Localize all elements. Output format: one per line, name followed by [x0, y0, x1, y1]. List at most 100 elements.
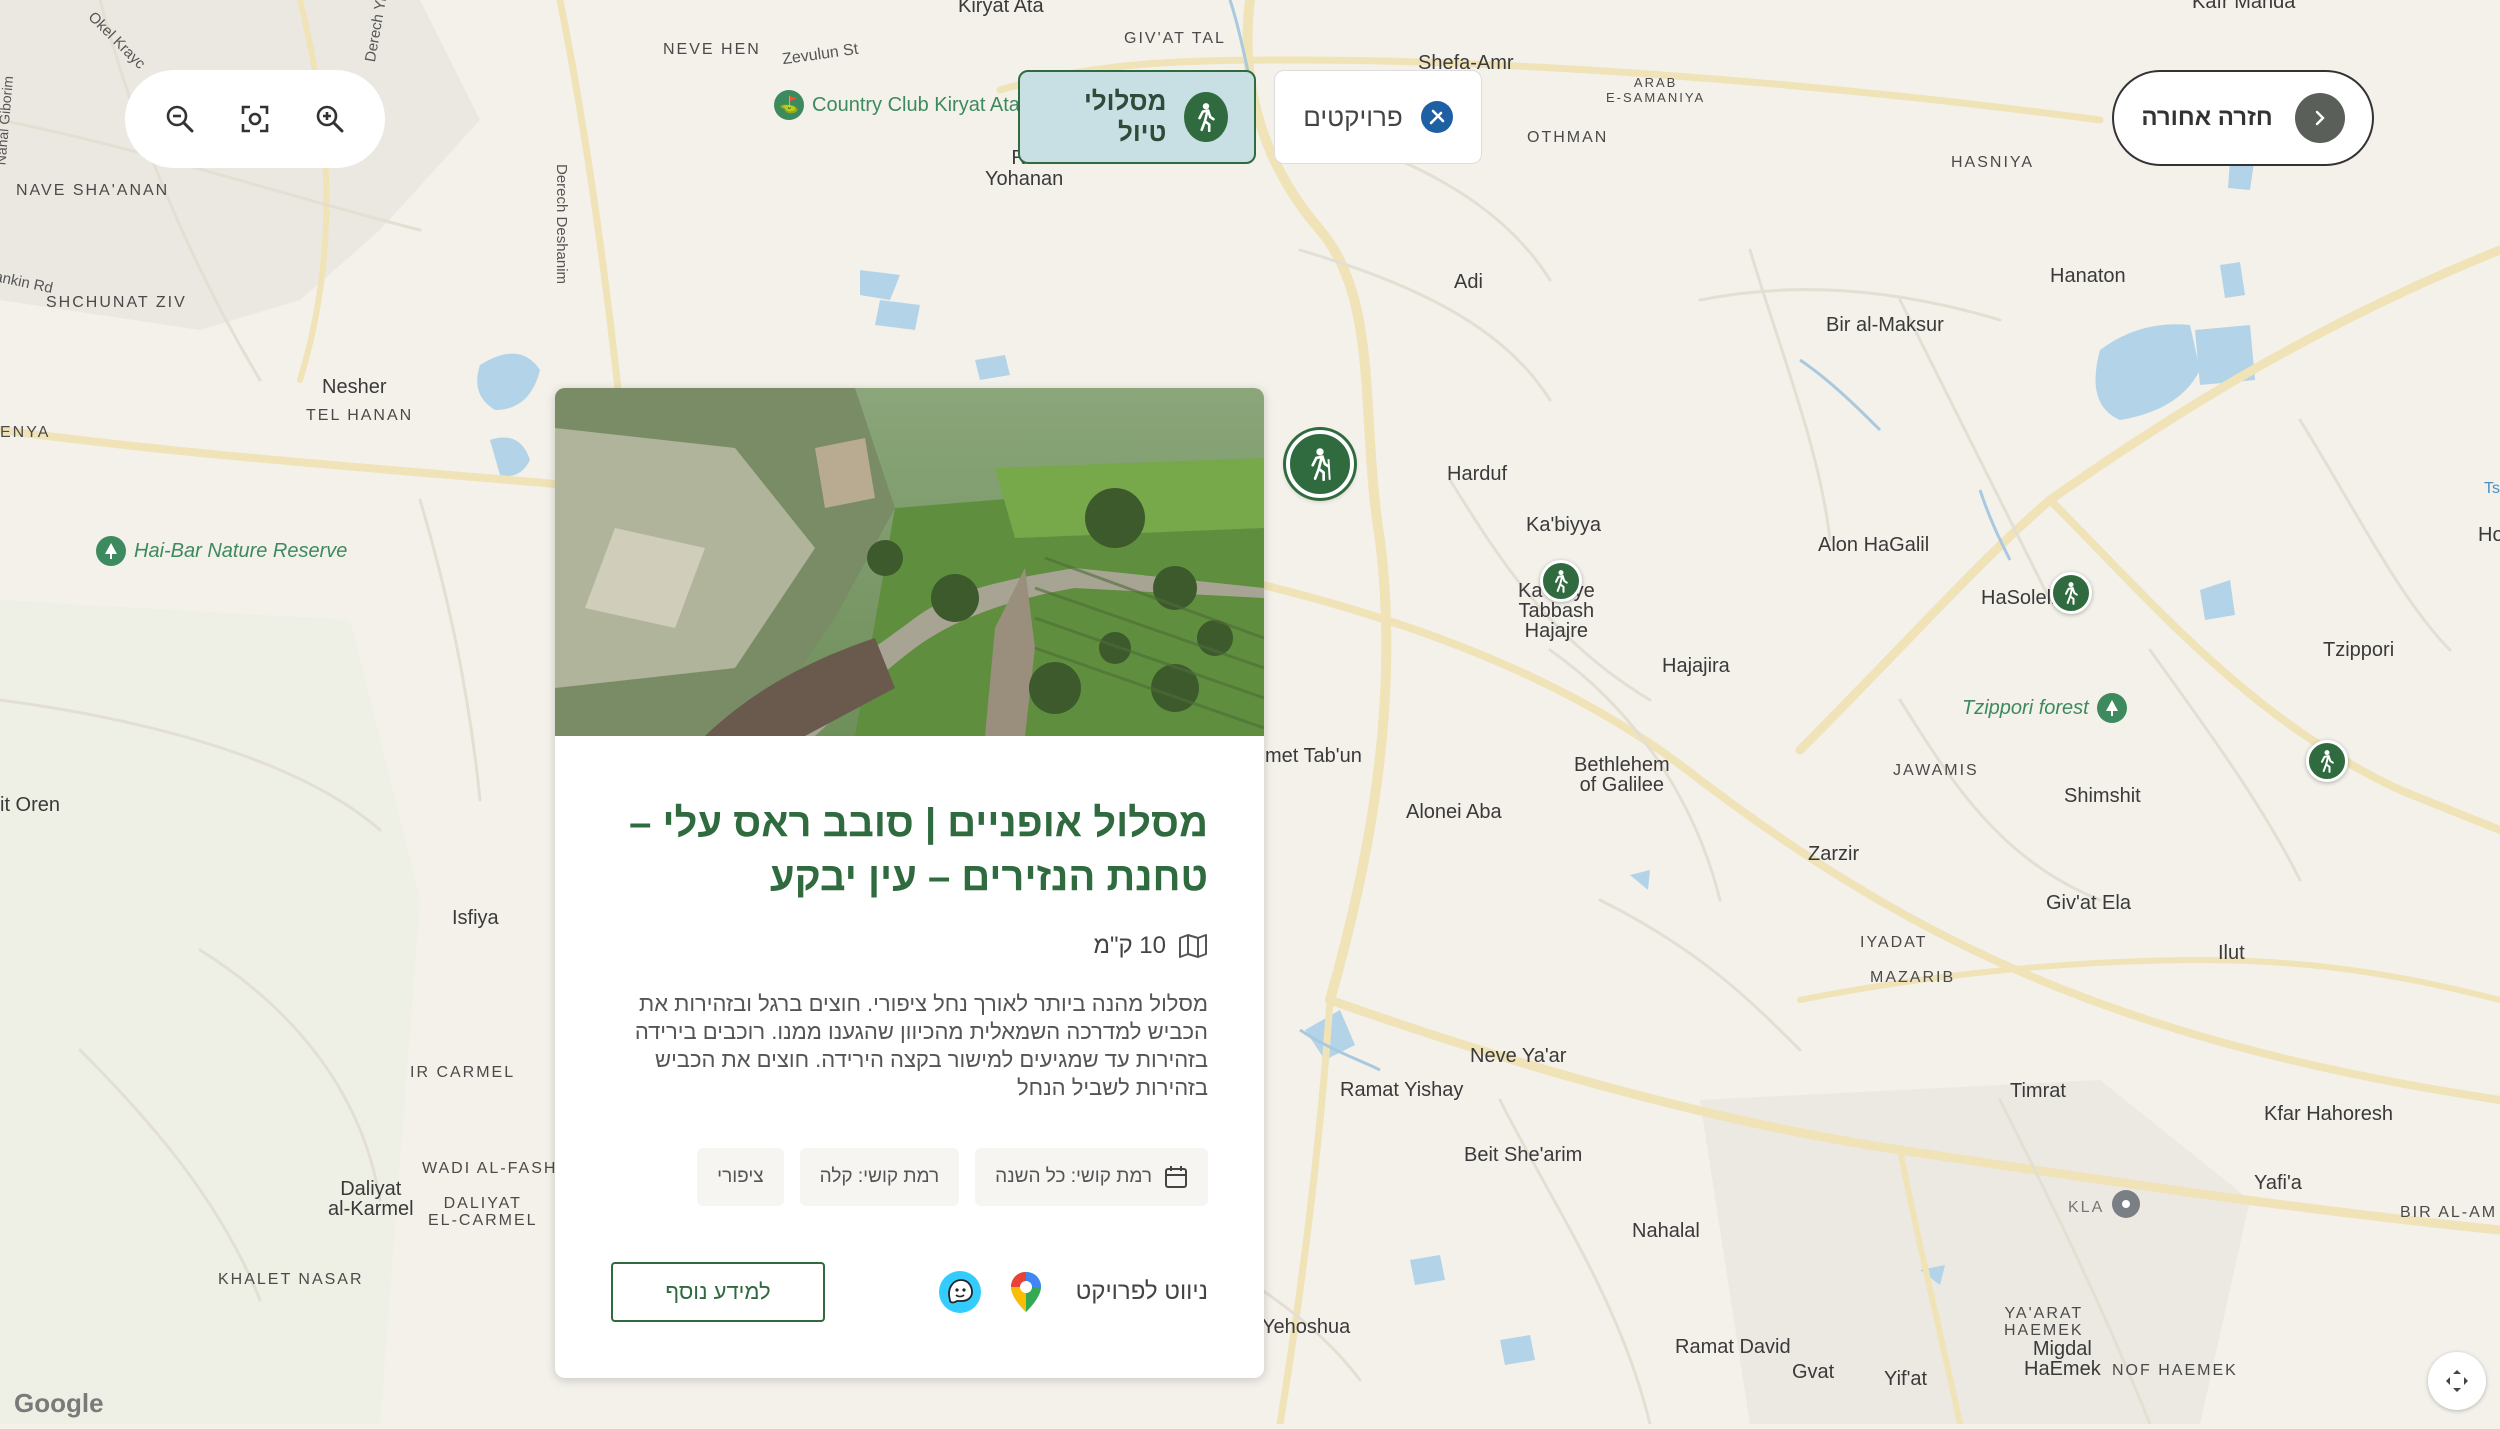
- trail-pin-selected[interactable]: [1286, 430, 1354, 498]
- place-label: Gvat: [1792, 1361, 1835, 1383]
- place-label: GIV'AT TAL: [1124, 30, 1226, 47]
- calendar-icon: [1165, 1166, 1187, 1188]
- place-label: Ka'biyya: [1526, 514, 1601, 536]
- waze-button[interactable]: [938, 1270, 982, 1314]
- location-marker-icon: [2112, 1190, 2140, 1218]
- trail-pin[interactable]: [1540, 560, 1582, 602]
- place-label: Ramat Yishay: [1340, 1079, 1464, 1101]
- place-label: NEVE HEN: [663, 41, 761, 58]
- fullscreen-button[interactable]: [2428, 1352, 2486, 1410]
- place-label: DALIYAT EL-CARMEL: [428, 1195, 538, 1229]
- google-maps-button[interactable]: [1004, 1270, 1048, 1314]
- filter-projects-button[interactable]: פרויקטים: [1274, 70, 1482, 164]
- place-label: Migdal HaEmek: [2024, 1338, 2101, 1380]
- place-label: Alonei Aba: [1406, 801, 1502, 823]
- poi-country-club[interactable]: ⛳ Country Club Kiryat Ata: [774, 90, 1020, 120]
- place-label: met Tab'un: [1265, 745, 1362, 767]
- place-label: Hanaton: [2050, 265, 2126, 287]
- tools-icon: [1420, 101, 1453, 133]
- google-maps-icon: [1010, 1272, 1041, 1312]
- zoom-in-icon: [316, 105, 344, 133]
- place-label: Bethlehem of Galilee: [1574, 754, 1670, 796]
- back-button[interactable]: חזרה אחורה: [2112, 70, 2374, 166]
- place-label: Ho: [2478, 524, 2500, 546]
- zoom-out-icon: [167, 105, 194, 133]
- place-label: Hajajira: [1662, 655, 1730, 677]
- trail-description: מסלול מהנה ביותר לאורך נחל ציפורי. חוצים…: [634, 991, 1208, 1100]
- place-label: HASNIYA: [1951, 154, 2035, 171]
- place-label: Kafr Manda: [2192, 0, 2296, 13]
- trail-pin[interactable]: [2050, 572, 2092, 614]
- place-label: BIR AL-AM: [2400, 1204, 2498, 1221]
- golf-icon: ⛳: [774, 90, 804, 120]
- place-label: OTHMAN: [1527, 129, 1609, 146]
- back-button-label: חזרה אחורה: [2141, 104, 2273, 131]
- navigate-label: ניווט לפרויקט: [1075, 1278, 1208, 1305]
- tree-icon: [96, 536, 126, 566]
- waze-icon: [938, 1271, 981, 1313]
- road-label: Ts: [2484, 480, 2500, 497]
- place-label: Bir al-Maksur: [1826, 314, 1944, 336]
- place-label: Giv'at Ela: [2046, 892, 2131, 914]
- zoom-in-button[interactable]: [302, 91, 358, 147]
- trail-pin[interactable]: [2306, 740, 2348, 782]
- place-label: NAVE SHA'ANAN: [16, 182, 170, 199]
- zoom-controls: [125, 70, 385, 168]
- place-label: KLA: [2068, 1199, 2105, 1216]
- hiker-icon: [2065, 582, 2078, 605]
- hiker-icon: [1311, 448, 1331, 481]
- place-label: IR CARMEL: [410, 1064, 516, 1081]
- fullscreen-icon: [2446, 1370, 2468, 1392]
- road-label: Derech Deshanim: [553, 164, 570, 285]
- trail-info-card: מסלול אופניים | סובב ראס עלי – טחנת הנזי…: [555, 388, 1264, 1378]
- place-label: Yif'at: [1884, 1368, 1928, 1390]
- google-attribution: Google: [14, 1388, 104, 1418]
- place-label: Timrat: [2010, 1080, 2066, 1102]
- place-label: IYADAT: [1860, 934, 1928, 951]
- place-label: Nesher: [322, 376, 387, 398]
- place-label: Tzippori: [2323, 639, 2395, 661]
- place-label: ARAB E-SAMANIYA: [1606, 75, 1706, 105]
- zoom-out-button[interactable]: [152, 91, 208, 147]
- fit-bounds-icon: [241, 105, 269, 133]
- place-label: Ilut: [2218, 942, 2245, 964]
- trail-distance: 10 ק"מ: [611, 932, 1208, 960]
- place-label: Alon HaGalil: [1818, 534, 1930, 556]
- place-label: Isfiya: [452, 907, 499, 929]
- hiker-icon: [1184, 92, 1228, 142]
- fit-bounds-button[interactable]: [227, 91, 283, 147]
- place-label: Daliyat al-Karmel: [328, 1178, 414, 1220]
- place-label: Kfar Hahoresh: [2264, 1103, 2393, 1125]
- place-label: WADI AL-FASH: [422, 1160, 558, 1177]
- filter-trails-button[interactable]: מסלולי טיול: [1018, 70, 1256, 164]
- trail-title: מסלול אופניים | סובב ראס עלי – טחנת הנזי…: [629, 801, 1208, 899]
- place-label: SHCHUNAT ZIV: [46, 294, 187, 311]
- place-label: Ramat David: [1675, 1336, 1791, 1358]
- tag-difficulty: רמת קושי: קלה: [799, 1148, 960, 1206]
- place-label: Kiryat Ata: [958, 0, 1044, 17]
- poi-tzippori-forest[interactable]: Tzippori forest: [1962, 693, 2127, 723]
- poi-kla-marker[interactable]: [2112, 1190, 2140, 1218]
- place-label: it Oren: [0, 794, 61, 816]
- place-label: ENYA: [0, 424, 51, 441]
- place-label: Yehoshua: [1262, 1316, 1351, 1338]
- place-label: Neve Ya'ar: [1470, 1045, 1567, 1067]
- place-label: NOF HAEMEK: [2112, 1362, 2238, 1379]
- place-label: Adi: [1454, 271, 1483, 293]
- place-label: YA'ARAT HAEMEK: [2004, 1305, 2084, 1339]
- place-label: MAZARIB: [1870, 969, 1956, 986]
- place-label: JAWAMIS: [1893, 762, 1979, 779]
- place-label: KHALET NASAR: [218, 1271, 364, 1288]
- poi-hai-bar[interactable]: Hai-Bar Nature Reserve: [96, 536, 347, 566]
- place-label: Shimshit: [2064, 785, 2141, 807]
- card-body: מסלול אופניים | סובב ראס עלי – טחנת הנזי…: [555, 796, 1264, 1206]
- map-icon: [1179, 934, 1207, 958]
- filter-projects-label: פרויקטים: [1303, 101, 1403, 132]
- tag-region: ציפורי: [697, 1148, 784, 1206]
- more-info-button[interactable]: למידע נוסף: [611, 1262, 825, 1322]
- tree-icon: [2096, 693, 2127, 723]
- place-label: Zarzir: [1808, 843, 1860, 865]
- trail-photo: [555, 388, 1264, 736]
- place-label: TEL HANAN: [306, 407, 414, 424]
- tag-season: רמת קושי: כל השנה: [975, 1148, 1208, 1206]
